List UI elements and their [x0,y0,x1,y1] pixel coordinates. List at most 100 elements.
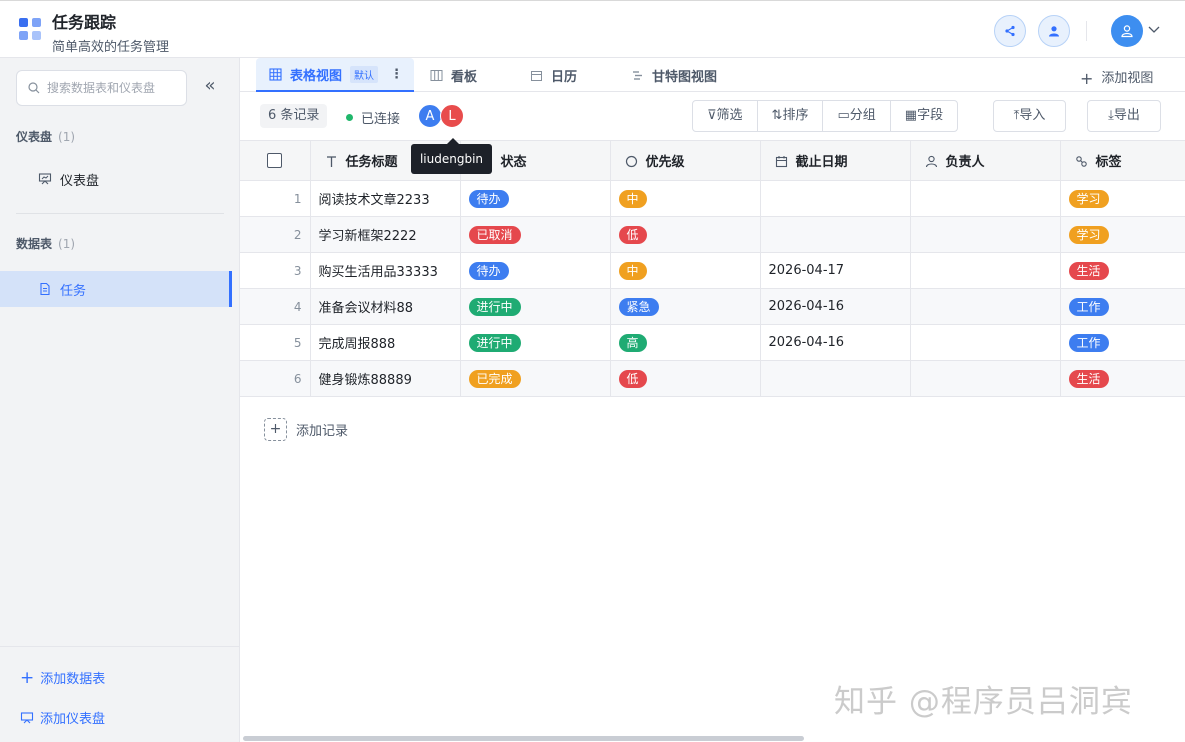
status-badge-cell[interactable]: 已完成 [460,360,611,397]
add-dashboard-button[interactable]: 添加仪表盘 [20,708,105,727]
priority-badge-cell[interactable]: 低 [610,216,761,253]
tag-badge-cell[interactable]: 学习 [1060,216,1185,253]
sort-button[interactable]: ⇅排序 [758,101,824,131]
status-badge-cell[interactable]: 已取消 [460,216,611,253]
select-all-header [240,140,311,181]
tag-badge: 学习 [1068,189,1109,208]
horizontal-scrollbar[interactable] [243,736,804,741]
fields-button[interactable]: ▦字段 [891,101,957,131]
view-tabs: 表格视图 默认 ⋮ 看板 日历 甘特图视图 + 添加视图 [240,58,1185,92]
search-input[interactable] [47,79,182,97]
owner-cell[interactable] [910,252,1061,289]
status-badge-cell[interactable]: 待办 [460,252,611,289]
select-all-checkbox[interactable] [267,153,283,168]
tables-count: (1) [58,237,76,251]
row-index[interactable]: 3 [240,252,311,289]
table-row[interactable]: 6 健身锻炼88889 已完成 低 生活 [240,360,1185,397]
tag-badge-cell[interactable]: 工作 [1060,288,1185,325]
owner-cell[interactable] [910,180,1061,217]
calendar-icon [531,70,542,81]
group-button[interactable]: ▭分组 [823,101,891,131]
task-title-cell[interactable]: 购买生活用品33333 [310,252,461,289]
column-header-owner[interactable]: 负责人 [910,140,1061,181]
members-button[interactable] [1038,15,1070,47]
column-header-due-date[interactable]: 截止日期 [760,140,911,181]
column-header-tags[interactable]: 标签 [1060,140,1185,181]
priority-badge-cell[interactable]: 低 [610,360,761,397]
tag-badge-cell[interactable]: 生活 [1060,360,1185,397]
due-date-cell[interactable] [760,216,911,253]
tab-kanban[interactable]: 看板 [430,58,477,92]
due-date-cell[interactable]: 2026-04-17 [760,252,911,289]
tag-badge-cell[interactable]: 工作 [1060,324,1185,361]
export-button[interactable]: ⤓导出 [1087,100,1161,132]
due-date-cell[interactable]: 2026-04-16 [760,324,911,361]
row-index[interactable]: 1 [240,180,311,217]
row-index[interactable]: 2 [240,216,311,253]
task-title-cell[interactable]: 准备会议材料88 [310,288,461,325]
tag-icon [1075,156,1087,167]
add-table-button[interactable]: + 添加数据表 [20,668,105,687]
priority-badge-cell[interactable]: 紧急 [610,288,761,325]
task-title-cell[interactable]: 完成周报888 [310,324,461,361]
column-header-priority[interactable]: 优先级 [610,140,761,181]
sidebar-item-task-table[interactable]: 任务 [0,271,232,307]
app-title: 任务跟踪 [52,13,117,32]
priority-badge-cell[interactable]: 中 [610,252,761,289]
column-label: 截止日期 [795,155,848,170]
more-icon[interactable]: ⋮ [390,67,403,82]
circle-icon [625,155,637,168]
tab-gantt[interactable]: 甘特图视图 [631,58,717,92]
table-row[interactable]: 3 购买生活用品33333 待办 中 2026-04-17 生活 [240,252,1185,289]
status-badge-cell[interactable]: 待办 [460,180,611,217]
owner-cell[interactable] [910,324,1061,361]
chevron-down-icon[interactable] [1148,25,1160,35]
column-label: 标签 [1095,155,1122,170]
filter-button[interactable]: ⊽筛选 [693,101,758,131]
collapse-sidebar-button[interactable]: « [200,77,220,98]
priority-badge-cell[interactable]: 中 [610,180,761,217]
tab-calendar[interactable]: 日历 [530,58,577,92]
status-badge-cell[interactable]: 进行中 [460,288,611,325]
table-row[interactable]: 2 学习新框架2222 已取消 低 学习 [240,216,1185,253]
owner-cell[interactable] [910,216,1061,253]
add-view-button[interactable]: + 添加视图 [1080,67,1153,88]
row-index[interactable]: 4 [240,288,311,325]
status-badge-cell[interactable]: 进行中 [460,324,611,361]
due-date-cell[interactable]: 2026-04-16 [760,288,911,325]
due-date-cell[interactable] [760,360,911,397]
account-avatar-button[interactable] [1111,15,1143,47]
sidebar-search[interactable] [16,70,187,106]
tag-badge-cell[interactable]: 学习 [1060,180,1185,217]
import-button[interactable]: ⤒导入 [993,100,1066,132]
priority-badge: 中 [618,261,647,280]
sidebar-item-label: 任务 [60,283,87,299]
share-button[interactable] [994,15,1026,47]
user-avatar[interactable]: A [418,104,442,128]
row-index[interactable]: 5 [240,324,311,361]
task-title-cell[interactable]: 学习新框架2222 [310,216,461,253]
sort-icon: ⇅ [771,108,783,123]
sidebar-item-dashboard[interactable]: 仪表盘 [0,161,232,197]
owner-cell[interactable] [910,288,1061,325]
task-title-cell[interactable]: 健身锻炼88889 [310,360,461,397]
add-table-label: 添加数据表 [40,672,106,687]
column-label: 负责人 [945,155,985,170]
add-view-label: 添加视图 [1101,71,1154,86]
tab-table-view[interactable]: 表格视图 默认 ⋮ [256,58,414,92]
row-index[interactable]: 6 [240,360,311,397]
search-icon [28,82,40,94]
tab-label: 日历 [551,69,578,85]
user-avatar[interactable]: L [440,104,464,128]
plus-icon: + [264,418,287,441]
record-count: 6 条记录 [260,104,328,128]
table-row[interactable]: 1 阅读技术文章2233 待办 中 学习 [240,180,1185,217]
task-title-cell[interactable]: 阅读技术文章2233 [310,180,461,217]
due-date-cell[interactable] [760,180,911,217]
table-row[interactable]: 5 完成周报888 进行中 高 2026-04-16 工作 [240,324,1185,361]
tag-badge-cell[interactable]: 生活 [1060,252,1185,289]
priority-badge-cell[interactable]: 高 [610,324,761,361]
add-record-button[interactable]: + 添加记录 [264,418,348,441]
owner-cell[interactable] [910,360,1061,397]
table-row[interactable]: 4 准备会议材料88 进行中 紧急 2026-04-16 工作 [240,288,1185,325]
